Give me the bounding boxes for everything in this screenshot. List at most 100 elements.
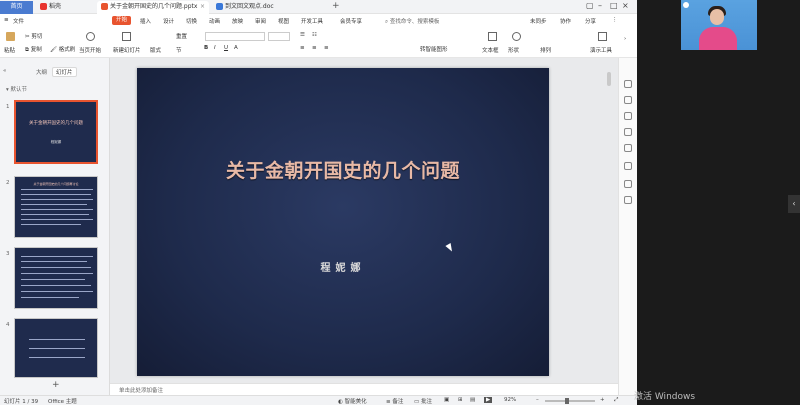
play-from-current-icon[interactable] bbox=[86, 32, 95, 41]
align-center-icon[interactable]: ≡ bbox=[312, 45, 317, 51]
add-slide-button[interactable]: + bbox=[52, 380, 60, 390]
play-slideshow-icon[interactable]: ▶ bbox=[484, 397, 493, 403]
ribbon-scroll-icon[interactable]: › bbox=[624, 36, 626, 42]
text-box-icon[interactable] bbox=[488, 32, 497, 41]
scrollbar-thumb[interactable] bbox=[607, 72, 611, 86]
slide-thumbnail-2[interactable]: 关于金朝开国史的几个问题再讨论 bbox=[14, 176, 98, 238]
selection-icon[interactable] bbox=[624, 162, 632, 170]
collapse-panel-icon[interactable]: « bbox=[3, 68, 6, 74]
new-slide-icon[interactable] bbox=[122, 32, 131, 41]
menu-file[interactable]: 文件 bbox=[13, 17, 24, 25]
notes-toggle-button[interactable]: ≡ 备注 bbox=[386, 397, 403, 405]
underline-icon[interactable]: U bbox=[224, 45, 228, 51]
tab-ppt-document[interactable]: 关于金朝开国史的几个问题.pptx × bbox=[97, 1, 209, 14]
slide-thumbnail-1[interactable]: 关于金朝开国史的几个问题 程妮娜 bbox=[14, 100, 98, 164]
italic-icon[interactable]: I bbox=[214, 45, 216, 51]
numbering-icon[interactable]: ☷ bbox=[312, 32, 317, 38]
comments-toggle-button[interactable]: ▭ 批注 bbox=[414, 397, 432, 405]
tab-wps[interactable]: 稻壳 bbox=[36, 1, 94, 14]
help-icon[interactable] bbox=[624, 180, 632, 188]
shape-icon[interactable] bbox=[512, 32, 521, 41]
cut-label: 剪切 bbox=[31, 34, 43, 40]
bullets-icon[interactable]: ☰ bbox=[300, 32, 305, 38]
tab-outline[interactable]: 大纲 bbox=[36, 68, 47, 76]
bold-icon[interactable]: B bbox=[204, 45, 208, 51]
notes-pane[interactable]: 单击此处添加备注 bbox=[110, 383, 618, 395]
property-icon[interactable] bbox=[624, 80, 632, 88]
slide-editing-canvas[interactable]: 关于金朝开国史的几个问题 程妮娜 bbox=[110, 58, 618, 383]
zoom-out-icon[interactable]: – bbox=[536, 397, 539, 403]
font-size-select[interactable] bbox=[268, 32, 290, 41]
shape-style-icon[interactable] bbox=[624, 112, 632, 120]
slide-thumbnail-4[interactable] bbox=[14, 318, 98, 378]
section-button[interactable]: 节 bbox=[176, 46, 182, 54]
adjust-icon[interactable] bbox=[624, 96, 632, 104]
menu-tab-view[interactable]: 视图 bbox=[278, 17, 289, 25]
more-menu-icon[interactable]: ⋮ bbox=[612, 17, 618, 23]
menu-tab-developer[interactable]: 开发工具 bbox=[301, 17, 323, 25]
presenter-tools-icon[interactable] bbox=[598, 32, 607, 41]
settings-icon[interactable] bbox=[624, 196, 632, 204]
zoom-in-icon[interactable]: + bbox=[600, 397, 605, 403]
format-painter-button[interactable]: 🖌 格式刷 bbox=[50, 45, 75, 53]
presenter-body bbox=[699, 27, 737, 50]
menu-tab-design[interactable]: 设计 bbox=[163, 17, 174, 25]
menu-tab-slideshow[interactable]: 放映 bbox=[232, 17, 243, 25]
slide-author[interactable]: 程妮娜 bbox=[137, 259, 549, 274]
sync-status[interactable]: 未同步 bbox=[530, 17, 547, 25]
maximize-icon[interactable]: □ bbox=[610, 1, 618, 10]
fit-window-icon[interactable]: ⤢ bbox=[614, 397, 618, 404]
tab-home[interactable]: 首页 bbox=[0, 1, 33, 14]
menu-tab-transition[interactable]: 切换 bbox=[186, 17, 197, 25]
zoom-slider-knob[interactable] bbox=[565, 398, 569, 404]
presenter-tools-button[interactable]: 演示工具 bbox=[590, 46, 612, 54]
share-button[interactable]: 分享 bbox=[585, 17, 596, 25]
current-slide[interactable]: 关于金朝开国史的几个问题 程妮娜 bbox=[137, 68, 549, 376]
cut-button[interactable]: ✂ 剪切 bbox=[25, 32, 42, 40]
menu-tab-animation[interactable]: 动画 bbox=[209, 17, 220, 25]
menu-tab-review[interactable]: 审阅 bbox=[255, 17, 266, 25]
reset-button[interactable]: 重置 bbox=[176, 32, 187, 40]
new-slide-button[interactable]: 新建幻灯片 bbox=[113, 46, 141, 54]
slide-title[interactable]: 关于金朝开国史的几个问题 bbox=[137, 156, 549, 183]
tab-doc-document[interactable]: 到文回文观点.doc bbox=[212, 1, 324, 14]
slide-thumbnail-3[interactable] bbox=[14, 247, 98, 309]
reading-view-icon[interactable]: ▤ bbox=[470, 397, 475, 403]
canvas-vertical-scrollbar[interactable] bbox=[606, 70, 612, 376]
normal-view-icon[interactable]: ▣ bbox=[444, 397, 449, 403]
window-layout-icon[interactable]: ▢ bbox=[586, 1, 594, 10]
close-tab-icon[interactable]: × bbox=[200, 1, 205, 13]
slide-sorter-icon[interactable]: ⊞ bbox=[458, 397, 463, 403]
menu-tab-member[interactable]: 会员专享 bbox=[340, 17, 362, 25]
play-from-current-button[interactable]: 当页开始 bbox=[79, 46, 101, 54]
animation-pane-icon[interactable] bbox=[624, 128, 632, 136]
arrange-button[interactable]: 排列 bbox=[540, 46, 551, 54]
paste-icon[interactable] bbox=[6, 32, 15, 41]
section-label[interactable]: ▾ 默认节 bbox=[6, 85, 27, 93]
paste-button[interactable]: 粘贴 bbox=[4, 46, 15, 54]
text-box-button[interactable]: 文本框 bbox=[482, 46, 499, 54]
convert-smart-graphic-button[interactable]: 转智能图形 bbox=[420, 45, 448, 53]
tab-slides[interactable]: 幻灯片 bbox=[52, 67, 77, 77]
minimize-icon[interactable]: – bbox=[598, 1, 602, 10]
menu-tab-start[interactable]: 开始 bbox=[112, 16, 132, 25]
shape-button[interactable]: 形状 bbox=[508, 46, 519, 54]
font-name-select[interactable] bbox=[205, 32, 265, 41]
theme-name[interactable]: Office 主题 bbox=[48, 397, 77, 405]
collaborate-button[interactable]: 协作 bbox=[560, 17, 571, 25]
command-search-input[interactable]: ⌕ 查找命令、搜索模板 bbox=[385, 17, 439, 26]
new-tab-button[interactable]: + bbox=[332, 1, 340, 11]
align-left-icon[interactable]: ≡ bbox=[300, 45, 305, 51]
copy-button[interactable]: ⧉ 复制 bbox=[25, 45, 42, 54]
align-right-icon[interactable]: ≡ bbox=[324, 45, 329, 51]
zoom-slider[interactable] bbox=[545, 398, 595, 404]
menu-hamburger-icon[interactable]: ≡ bbox=[4, 17, 9, 23]
smart-beautify-button[interactable]: ◐ 智能美化 bbox=[338, 397, 367, 405]
layout-button[interactable]: 版式 bbox=[150, 46, 161, 54]
menu-tab-insert[interactable]: 插入 bbox=[140, 17, 151, 25]
close-window-icon[interactable]: × bbox=[622, 1, 629, 10]
zoom-level[interactable]: 92% bbox=[504, 397, 516, 403]
transition-icon[interactable] bbox=[624, 144, 632, 152]
expand-sidebar-icon[interactable]: ‹ bbox=[788, 195, 800, 213]
font-color-icon[interactable]: A bbox=[234, 45, 238, 51]
